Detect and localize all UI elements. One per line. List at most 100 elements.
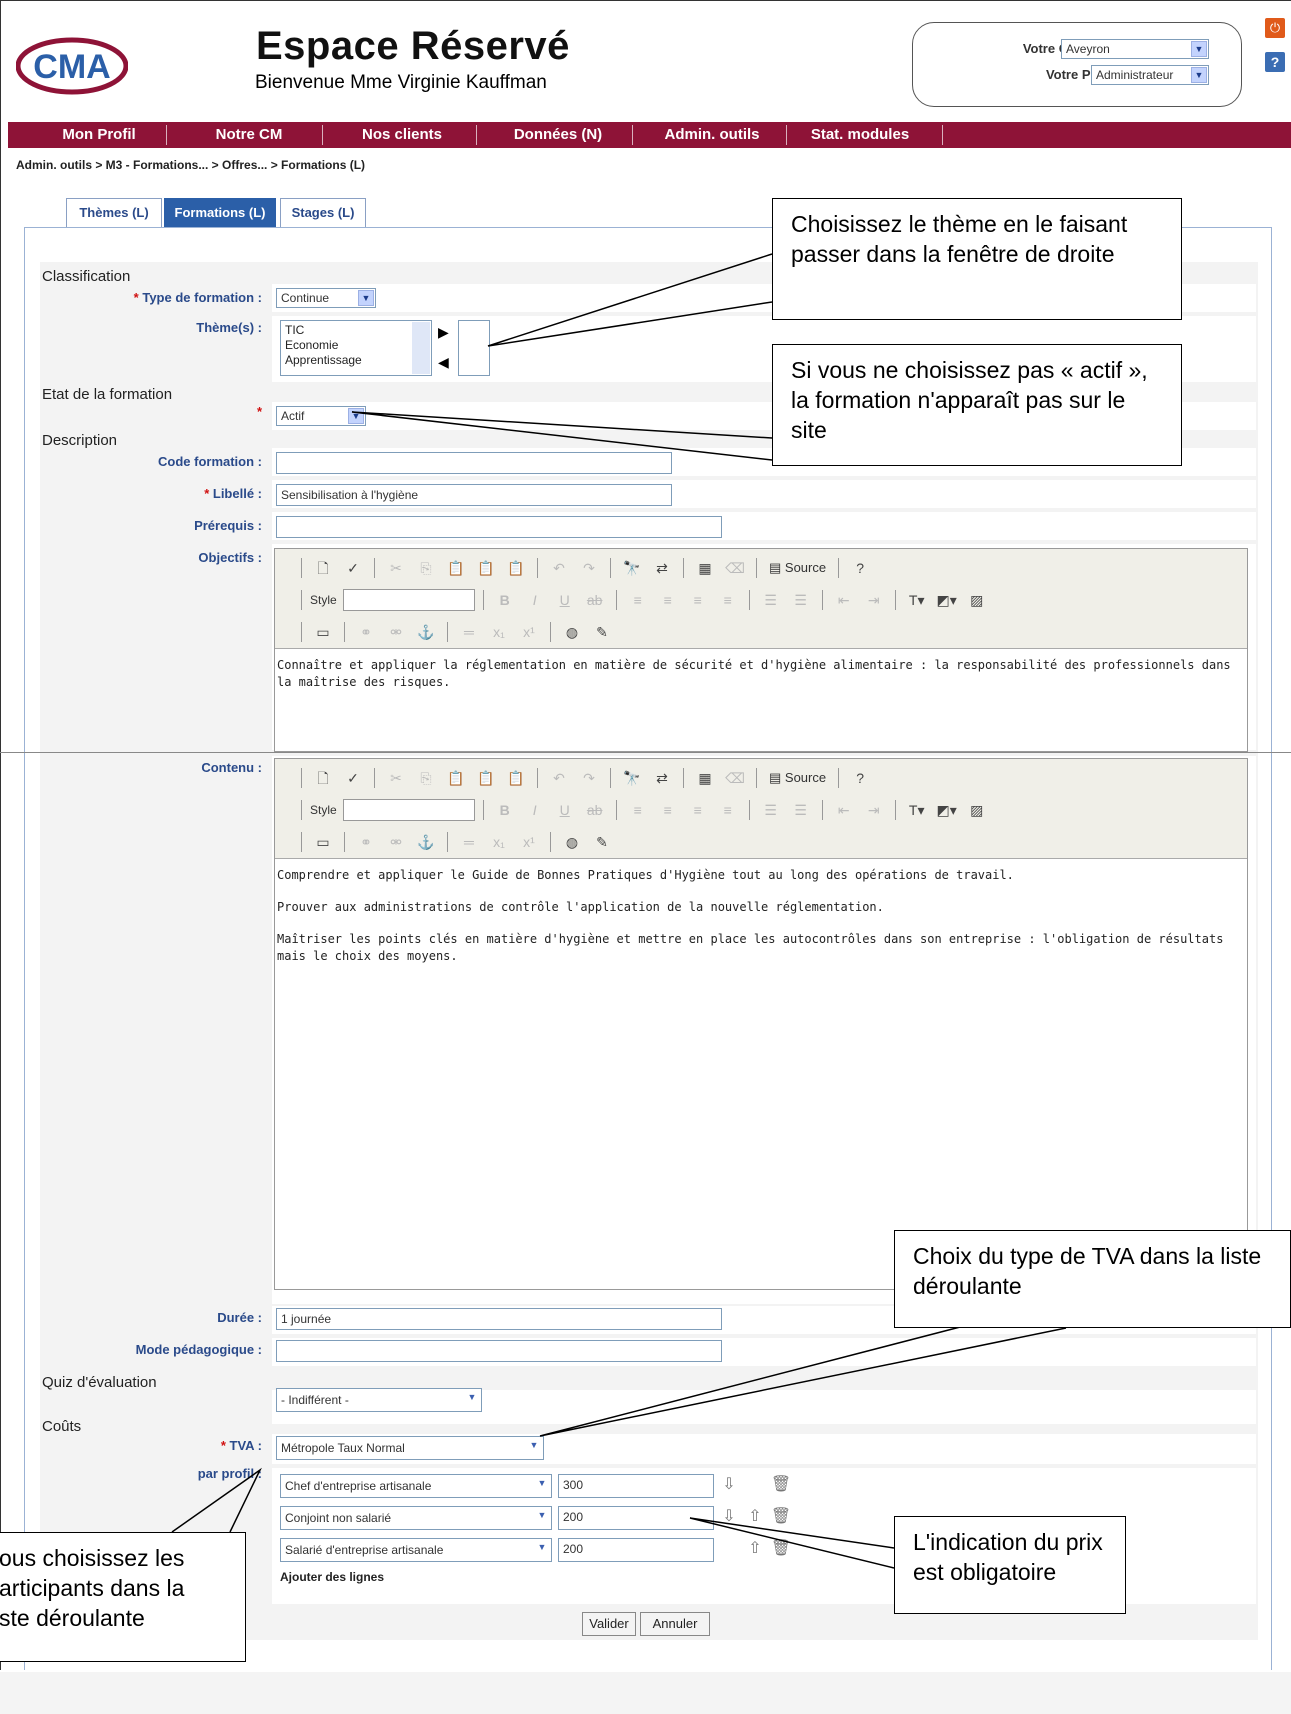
bg-color-icon[interactable]: ◩▾ bbox=[934, 588, 960, 612]
nav-admin-outils[interactable]: Admin. outils bbox=[636, 122, 788, 148]
profil-row-select[interactable]: Conjoint non salarié ▼ bbox=[280, 1506, 552, 1530]
cut-icon[interactable]: ✂ bbox=[383, 766, 409, 790]
spellcheck-icon[interactable]: ✓ bbox=[340, 556, 366, 580]
nav-nos-clients[interactable]: Nos clients bbox=[326, 122, 478, 148]
undo-icon[interactable]: ↶ bbox=[546, 556, 572, 580]
contenu-editor[interactable]: 🗋 ✓ ✂ ⎘ 📋 📋 📋 ↶ ↷ 🔭 ⇄ ▦ ⌫ ▤ Source ? Sty… bbox=[274, 758, 1248, 1290]
italic-icon[interactable]: I bbox=[522, 798, 548, 822]
profil-row-select[interactable]: Chef d'entreprise artisanale ▼ bbox=[280, 1474, 552, 1498]
find-icon[interactable]: 🔭 bbox=[619, 766, 645, 790]
align-right-icon[interactable]: ≡ bbox=[685, 588, 711, 612]
table-icon[interactable]: ▭ bbox=[310, 620, 336, 644]
outdent-icon[interactable]: ⇤ bbox=[831, 798, 857, 822]
profil-price-input[interactable]: 200 bbox=[558, 1506, 714, 1530]
bold-icon[interactable]: B bbox=[492, 798, 518, 822]
list-scrollbar[interactable] bbox=[412, 322, 430, 374]
superscript-icon[interactable]: x¹ bbox=[516, 830, 542, 854]
contenu-paragraph-2[interactable]: Prouver aux administrations de contrôle … bbox=[277, 899, 1247, 916]
redo-icon[interactable]: ↷ bbox=[576, 766, 602, 790]
preview-icon[interactable]: 🗋 bbox=[310, 556, 336, 580]
theme-option[interactable]: Economie bbox=[285, 338, 427, 353]
text-color-icon[interactable]: T▾ bbox=[904, 588, 930, 612]
paste-word-icon[interactable]: 📋 bbox=[503, 556, 529, 580]
move-left-icon[interactable]: ◀ bbox=[438, 354, 449, 371]
table-icon[interactable]: ▭ bbox=[310, 830, 336, 854]
themes-available-list[interactable]: TIC Economie Apprentissage bbox=[280, 320, 432, 376]
anchor-icon[interactable]: ⚓ bbox=[413, 830, 439, 854]
smiley-icon[interactable]: ◍ bbox=[559, 830, 585, 854]
contenu-paragraph-1[interactable]: Comprendre et appliquer le Guide de Bonn… bbox=[277, 867, 1247, 884]
remove-format-icon[interactable]: ⌫ bbox=[722, 556, 748, 580]
themes-selected-list[interactable] bbox=[458, 320, 490, 376]
replace-icon[interactable]: ⇄ bbox=[649, 556, 675, 580]
source-button[interactable]: ▤ Source bbox=[765, 556, 830, 580]
align-right-icon[interactable]: ≡ bbox=[685, 798, 711, 822]
paste-text-icon[interactable]: 📋 bbox=[473, 556, 499, 580]
validate-button[interactable]: Valider bbox=[582, 1612, 636, 1636]
cancel-button[interactable]: Annuler bbox=[640, 1612, 710, 1636]
align-left-icon[interactable]: ≡ bbox=[625, 798, 651, 822]
nav-mon-profil[interactable]: Mon Profil bbox=[26, 122, 172, 148]
prerequis-input[interactable] bbox=[276, 516, 722, 538]
bold-icon[interactable]: B bbox=[492, 588, 518, 612]
bg-color-icon[interactable]: ◩▾ bbox=[934, 798, 960, 822]
smiley-icon[interactable]: ◍ bbox=[559, 620, 585, 644]
horizontal-rule-icon[interactable]: ═ bbox=[456, 620, 482, 644]
subscript-icon[interactable]: x₁ bbox=[486, 830, 512, 854]
style-select[interactable] bbox=[342, 799, 475, 821]
nav-stat-modules[interactable]: Stat. modules bbox=[790, 122, 930, 148]
profil-row-select[interactable]: Salarié d'entreprise artisanale ▼ bbox=[280, 1538, 552, 1562]
chambre-select[interactable]: Aveyron ▼ bbox=[1061, 39, 1209, 59]
indent-icon[interactable]: ⇥ bbox=[861, 588, 887, 612]
copy-icon[interactable]: ⎘ bbox=[413, 766, 439, 790]
anchor-icon[interactable]: ⚓ bbox=[413, 620, 439, 644]
duree-input[interactable]: 1 journée bbox=[276, 1308, 722, 1330]
text-color-icon[interactable]: T▾ bbox=[904, 798, 930, 822]
help-icon[interactable]: ? bbox=[1265, 52, 1285, 72]
about-icon[interactable]: ? bbox=[847, 556, 873, 580]
paste-text-icon[interactable]: 📋 bbox=[473, 766, 499, 790]
theme-option[interactable]: TIC bbox=[285, 323, 427, 338]
align-left-icon[interactable]: ≡ bbox=[625, 588, 651, 612]
justify-icon[interactable]: ≡ bbox=[715, 588, 741, 612]
add-lines-link[interactable]: Ajouter des lignes bbox=[280, 1570, 384, 1584]
paste-icon[interactable]: 📋 bbox=[443, 556, 469, 580]
outdent-icon[interactable]: ⇤ bbox=[831, 588, 857, 612]
move-up-icon[interactable]: ⇧ bbox=[744, 1506, 766, 1528]
remove-format-icon[interactable]: ⌫ bbox=[722, 766, 748, 790]
objectifs-editor[interactable]: 🗋 ✓ ✂ ⎘ 📋 📋 📋 ↶ ↷ 🔭 ⇄ ▦ ⌫ ▤ Source ? Sty… bbox=[274, 548, 1248, 752]
code-formation-input[interactable] bbox=[276, 452, 672, 474]
select-all-icon[interactable]: ▦ bbox=[692, 556, 718, 580]
superscript-icon[interactable]: x¹ bbox=[516, 620, 542, 644]
undo-icon[interactable]: ↶ bbox=[546, 766, 572, 790]
spellcheck-icon[interactable]: ✓ bbox=[340, 766, 366, 790]
numbered-list-icon[interactable]: ☰ bbox=[758, 798, 784, 822]
bullet-list-icon[interactable]: ☰ bbox=[788, 798, 814, 822]
subscript-icon[interactable]: x₁ bbox=[486, 620, 512, 644]
cut-icon[interactable]: ✂ bbox=[383, 556, 409, 580]
strike-icon[interactable]: ab bbox=[582, 588, 608, 612]
tva-select[interactable]: Métropole Taux Normal ▼ bbox=[276, 1436, 544, 1460]
objectifs-text[interactable]: Connaître et appliquer la réglementation… bbox=[277, 657, 1247, 691]
profil-select[interactable]: Administrateur ▼ bbox=[1091, 65, 1209, 85]
etat-select[interactable]: Actif ▼ bbox=[276, 406, 366, 426]
source-button[interactable]: ▤ Source bbox=[765, 766, 830, 790]
paste-word-icon[interactable]: 📋 bbox=[503, 766, 529, 790]
align-center-icon[interactable]: ≡ bbox=[655, 588, 681, 612]
profil-price-input[interactable]: 300 bbox=[558, 1474, 714, 1498]
profil-price-input[interactable]: 200 bbox=[558, 1538, 714, 1562]
strike-icon[interactable]: ab bbox=[582, 798, 608, 822]
about-icon[interactable]: ? bbox=[847, 766, 873, 790]
quiz-select[interactable]: - Indifférent - ▼ bbox=[276, 1388, 482, 1412]
move-down-icon[interactable]: ⇩ bbox=[718, 1506, 740, 1528]
move-down-icon[interactable]: ⇩ bbox=[718, 1474, 740, 1496]
special-char-icon[interactable]: ✎ bbox=[589, 830, 615, 854]
italic-icon[interactable]: I bbox=[522, 588, 548, 612]
nav-donnees[interactable]: Données (N) bbox=[478, 122, 638, 148]
move-up-icon[interactable]: ⇧ bbox=[744, 1538, 766, 1560]
unlink-icon[interactable]: ⚮ bbox=[383, 830, 409, 854]
link-icon[interactable]: ⚭ bbox=[353, 830, 379, 854]
power-icon[interactable]: ⏻ bbox=[1265, 18, 1285, 38]
mode-pedagogique-input[interactable] bbox=[276, 1340, 722, 1362]
image-icon[interactable]: ▨ bbox=[964, 588, 990, 612]
